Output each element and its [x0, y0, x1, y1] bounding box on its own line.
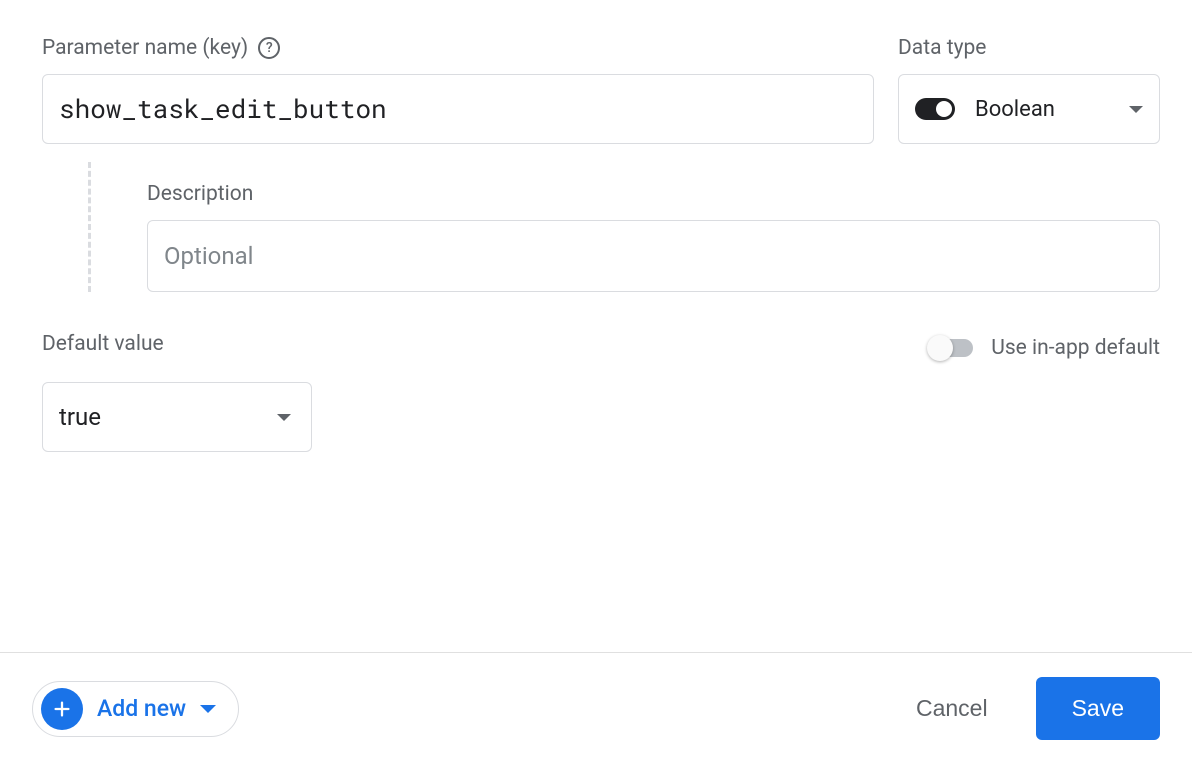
use-in-app-default-label: Use in-app default — [991, 336, 1160, 360]
data-type-label: Data type — [898, 36, 1160, 60]
default-value-selected: true — [59, 403, 101, 431]
chevron-down-icon — [200, 705, 216, 713]
chevron-down-icon — [1129, 106, 1143, 113]
description-group: Description — [147, 162, 1160, 292]
cancel-button[interactable]: Cancel — [904, 687, 1000, 730]
boolean-icon — [915, 98, 955, 120]
default-value-label: Default value — [42, 332, 312, 356]
add-new-button[interactable]: Add new — [32, 681, 239, 737]
parameter-name-group: Parameter name (key) ? — [42, 36, 874, 144]
data-type-group: Data type Boolean — [898, 36, 1160, 144]
parameter-name-input[interactable] — [42, 74, 874, 144]
default-value-select[interactable]: true — [42, 382, 312, 452]
plus-icon — [41, 688, 83, 730]
add-new-label: Add new — [97, 695, 186, 722]
data-type-selected: Boolean — [975, 97, 1055, 122]
data-type-label-text: Data type — [898, 36, 986, 60]
description-input[interactable] — [147, 220, 1160, 292]
chevron-down-icon — [277, 414, 291, 421]
tree-connector — [88, 162, 91, 292]
use-in-app-default-row: Use in-app default — [929, 336, 1160, 360]
default-value-group: Default value true — [42, 332, 312, 452]
parameter-name-label: Parameter name (key) ? — [42, 36, 874, 60]
help-icon[interactable]: ? — [258, 37, 280, 59]
data-type-select[interactable]: Boolean — [898, 74, 1160, 144]
footer: Add new Cancel Save — [0, 652, 1192, 764]
parameter-name-label-text: Parameter name (key) — [42, 36, 248, 60]
description-label: Description — [147, 182, 1160, 206]
save-button[interactable]: Save — [1036, 677, 1160, 740]
use-in-app-default-toggle[interactable] — [929, 339, 973, 357]
